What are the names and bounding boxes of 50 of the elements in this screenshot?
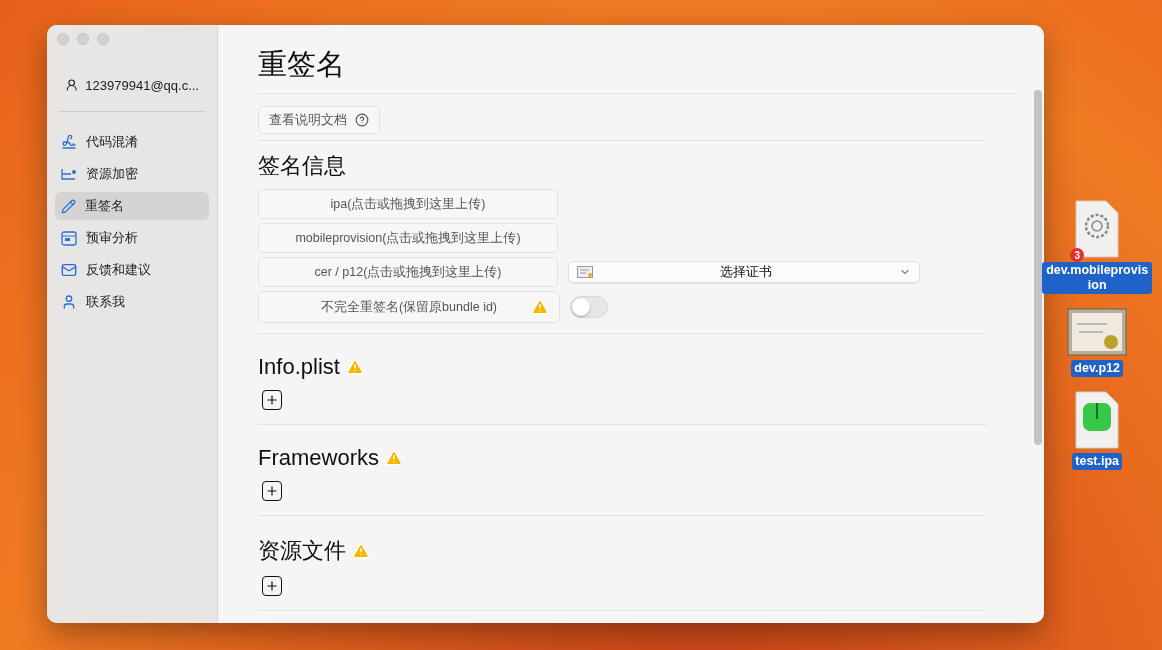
- add-button[interactable]: [262, 390, 282, 410]
- sidebar-item[interactable]: 重签名: [55, 192, 209, 220]
- scrollbar[interactable]: [1034, 90, 1043, 445]
- pencil-icon: [61, 198, 76, 214]
- plus-icon: [265, 484, 279, 498]
- person-icon: [61, 294, 77, 310]
- warning-icon: [531, 298, 549, 316]
- certificate-icon: [1067, 308, 1128, 356]
- option-label: 不完全重签名(保留原bundle id): [320, 298, 498, 316]
- section-title: Info.plist: [258, 354, 340, 380]
- person-icon: [65, 77, 79, 93]
- file-name[interactable]: dev.p12: [1071, 360, 1123, 377]
- section-title: 签名信息: [258, 152, 347, 180]
- sidebar-item[interactable]: 资源加密: [55, 160, 209, 188]
- section-title: 资源文件: [258, 537, 346, 565]
- connector-icon: [61, 168, 77, 180]
- warning-icon: [345, 358, 364, 376]
- file-name[interactable]: test.ipa: [1072, 453, 1123, 470]
- document-icon: [61, 230, 77, 246]
- sidebar-item[interactable]: 联系我: [55, 288, 209, 316]
- archive-document-icon: [1074, 391, 1121, 449]
- upload-button[interactable]: mobileprovision(点击或拖拽到这里上传): [258, 223, 558, 253]
- window-control[interactable]: [77, 33, 89, 45]
- certificate-select[interactable]: 选择证书: [568, 261, 920, 283]
- plus-icon: [265, 579, 279, 593]
- upload-button[interactable]: cer / p12(点击或拖拽到这里上传): [258, 257, 558, 287]
- option-button[interactable]: 不完全重签名(保留原bundle id): [258, 291, 560, 323]
- warning-icon: [385, 449, 403, 467]
- upload-button[interactable]: ipa(点击或拖拽到这里上传): [258, 189, 558, 219]
- plus-icon: [265, 393, 279, 407]
- file-name[interactable]: dev.mobileprovision: [1042, 262, 1153, 294]
- account-email: 123979941@qq.c...: [85, 77, 199, 93]
- section-title: Frameworks: [258, 445, 379, 471]
- sidebar-item[interactable]: 反馈和建议: [55, 256, 209, 284]
- add-button[interactable]: [262, 481, 282, 501]
- sidebar-item[interactable]: 预审分析: [55, 224, 209, 252]
- gear-document-icon: [1074, 200, 1121, 258]
- signature-icon: [61, 134, 77, 150]
- toggle-switch[interactable]: [570, 296, 608, 318]
- window-control[interactable]: [97, 33, 109, 45]
- help-icon: [355, 113, 369, 127]
- docs-button[interactable]: 查看说明文档: [258, 106, 380, 134]
- warning-icon: [352, 542, 370, 560]
- page-title: 重签名: [258, 45, 1018, 94]
- certificate-icon: [577, 266, 593, 278]
- envelope-icon: [61, 262, 77, 278]
- add-button[interactable]: [262, 576, 282, 596]
- window-control[interactable]: [57, 33, 69, 45]
- count-badge: 3: [1070, 248, 1085, 262]
- sidebar-item[interactable]: 代码混淆: [55, 128, 209, 156]
